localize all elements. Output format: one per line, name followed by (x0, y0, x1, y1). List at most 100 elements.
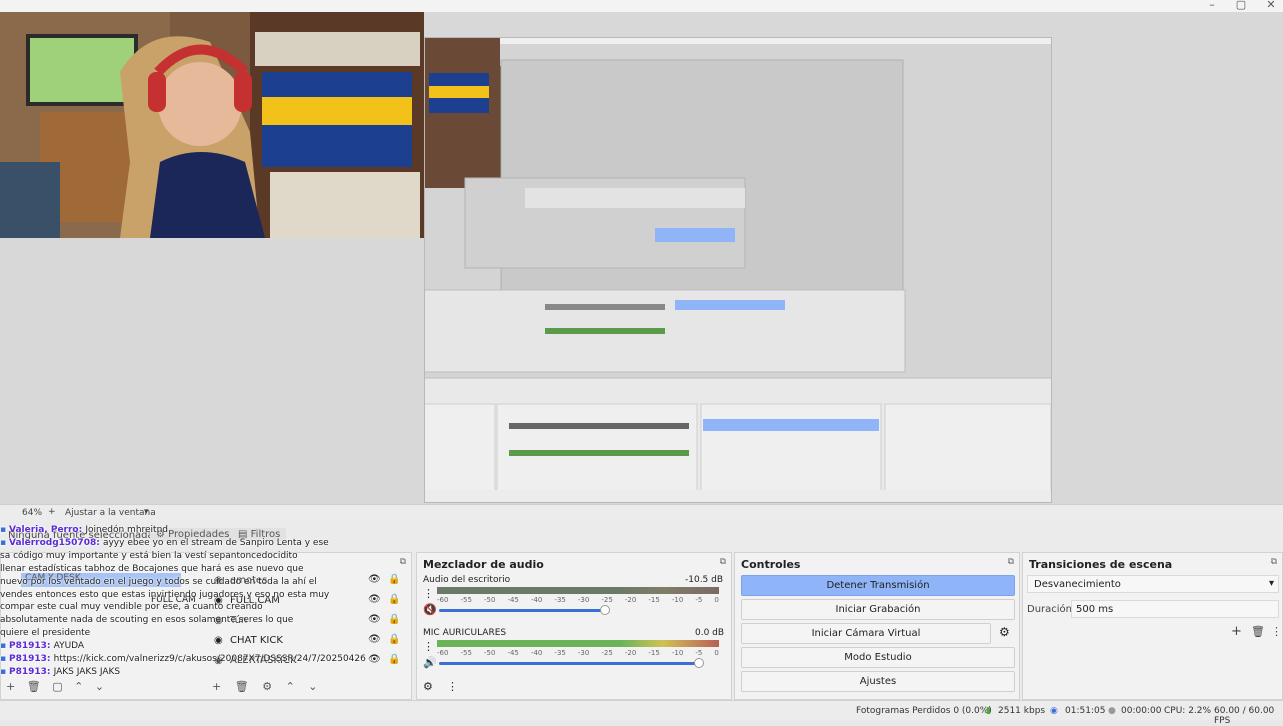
status-bar: Fotogramas Perdidos 0 (0.0%) ▮ 2511 kbps… (0, 700, 1283, 726)
chat-text: vendes entonces esto que estas invirtien… (0, 589, 330, 600)
dock-popout-icon[interactable]: ⧉ (1008, 557, 1014, 567)
scale-tick: -10 (671, 649, 684, 657)
meter-scale: -60 -55 -50 -45 -40 -35 -30 -25 -20 -15 -10 -5 0 (437, 649, 719, 657)
chat-message: compar este cual muy vendible por ese, a… (0, 601, 300, 614)
scale-tick: -50 (483, 649, 496, 657)
webcam-source (0, 12, 424, 238)
chat-message: llenar estadísticas tabhoz de Bocajones … (0, 563, 304, 576)
broadcast-icon: ◉ (1050, 706, 1058, 716)
scale-tick: -15 (648, 596, 660, 604)
start-recording-button[interactable]: Iniciar Grabación (741, 599, 1015, 620)
eye-icon[interactable]: 👁 (368, 614, 381, 625)
audio-mixer-title: Mezclador de audio (423, 558, 544, 571)
eye-icon[interactable]: 👁 (368, 574, 381, 585)
record-icon: ● (1108, 706, 1116, 716)
scale-tick: -45 (507, 596, 519, 604)
lock-icon[interactable]: 🔒 (388, 654, 400, 665)
chat-overlay: ▪ Valeria, Perro: Joinedón mhreitnd ▪ Val… (0, 524, 366, 720)
chevron-down-icon[interactable]: ▾ (144, 507, 149, 517)
scale-tick: -55 (460, 596, 472, 604)
add-transition-icon[interactable]: + (1231, 624, 1242, 639)
minimize-button[interactable]: – (1197, 0, 1227, 12)
chat-message: nuevo por los ventado en el juego y todo… (0, 576, 317, 589)
chat-badge-icon: ▪ (0, 537, 9, 548)
maximize-button[interactable]: ▢ (1226, 0, 1256, 12)
speaker-muted-icon[interactable]: 🔇 (423, 603, 437, 616)
dock-popout-icon[interactable]: ⧉ (1271, 557, 1277, 567)
display-capture-source (424, 37, 1052, 503)
channel-name: MIC AURICULARES (423, 628, 507, 638)
channel-menu-icon[interactable]: ⋮ (423, 640, 434, 653)
scale-tick: 0 (714, 649, 719, 657)
eye-icon[interactable]: 👁 (368, 654, 381, 665)
chat-text: absolutamente nada de scouting en esos s… (0, 615, 294, 626)
volume-slider[interactable] (439, 662, 699, 665)
scale-tick: -25 (601, 649, 613, 657)
studio-mode-button[interactable]: Modo Estudio (741, 647, 1015, 668)
channel-name: Audio del escritorio (423, 575, 511, 585)
chat-username: P81913: (8, 654, 54, 665)
duration-field[interactable]: 500 ms (1071, 600, 1279, 618)
eye-icon[interactable]: 👁 (368, 594, 381, 605)
duration-value: 500 ms (1076, 604, 1114, 615)
scale-tick: -50 (483, 596, 496, 604)
fit-window-label[interactable]: Ajustar a la ventana (65, 508, 156, 518)
trash-icon[interactable]: 🗑 (1251, 625, 1265, 638)
chat-text: sa código muy importante y está bien la … (0, 550, 298, 561)
scale-tick: -5 (695, 649, 703, 657)
meter-scale: -60 -55 -50 -45 -40 -35 -30 -25 -20 -15 -10 -5 0 (437, 596, 719, 604)
chat-badge-icon: ▪ (0, 641, 9, 652)
scale-tick: -30 (577, 596, 590, 604)
move-down-icon[interactable]: ⌄ (308, 680, 317, 693)
volume-slider-handle[interactable] (693, 658, 704, 668)
chat-text: https://kick.com/valnerizz9/c/akusos/200… (53, 654, 366, 665)
chat-username: Valeria, Perro: (8, 525, 86, 535)
transition-select[interactable]: Desvanecimiento ▾ (1027, 575, 1279, 593)
chat-username: Valerrodg150708: (8, 537, 103, 548)
advanced-audio-icon[interactable]: ⚙ (423, 680, 433, 693)
signal-icon: ▮ (986, 706, 991, 716)
chat-message: absolutamente nada de scouting en esos s… (0, 614, 300, 627)
scale-tick: -55 (460, 649, 472, 657)
settings-button[interactable]: Ajustes (741, 671, 1015, 692)
more-options-icon[interactable]: ⋮ (447, 680, 458, 693)
chat-text: llenar estadísticas tabhoz de Bocajones … (0, 563, 304, 574)
channel-menu-icon[interactable]: ⋮ (423, 587, 434, 600)
preview-toolbar: 64% + Ajustar a la ventana ▾ (0, 504, 1283, 522)
audio-mixer-dock: Mezclador de audio ⧉ Audio del escritori… (416, 552, 732, 700)
cpu-usage: CPU: 2.2% (1164, 706, 1212, 716)
transitions-title: Transiciones de escena (1029, 558, 1173, 571)
zoom-level[interactable]: 64% (22, 508, 42, 518)
dock-popout-icon[interactable]: ⧉ (720, 557, 726, 567)
scale-tick: -60 (437, 649, 449, 657)
chat-text: nuevo por los ventado en el juego y todo… (0, 576, 317, 587)
stream-time: 01:51:05 (1065, 706, 1106, 716)
chat-badge-icon: ▪ (0, 654, 9, 665)
dropped-frames: Fotogramas Perdidos 0 (0.0%) (856, 706, 992, 716)
speaker-icon[interactable]: 🔊 (423, 656, 437, 669)
lock-icon[interactable]: 🔒 (388, 634, 400, 645)
chat-message: ▪ P81913: https://kick.com/valnerizz9/c/… (0, 653, 366, 666)
window-titlebar: – ▢ ✕ (0, 0, 1283, 12)
dock-popout-icon[interactable]: ⧉ (400, 557, 406, 567)
scale-tick: -35 (554, 596, 566, 604)
lock-icon[interactable]: 🔒 (388, 594, 400, 605)
chat-text: compar este cual muy vendible por ese, a… (0, 602, 263, 613)
audio-meter-inactive (437, 587, 719, 594)
scale-tick: -40 (530, 649, 543, 657)
zoom-add-icon[interactable]: + (48, 507, 56, 517)
audio-meter (437, 640, 719, 647)
volume-slider[interactable] (439, 609, 606, 612)
stop-streaming-button[interactable]: Detener Transmisión (741, 575, 1015, 596)
gear-icon[interactable]: ⚙ (999, 625, 1010, 639)
more-options-icon[interactable]: ⋮ (1271, 625, 1282, 638)
bitrate: 2511 kbps (998, 706, 1046, 716)
eye-icon[interactable]: 👁 (368, 634, 381, 645)
lock-icon[interactable]: 🔒 (388, 614, 400, 625)
volume-slider-handle[interactable] (600, 605, 611, 615)
chat-text: quiere el presidente (0, 628, 91, 639)
program-preview[interactable] (0, 12, 1283, 504)
lock-icon[interactable]: 🔒 (388, 574, 400, 585)
start-virtual-camera-button[interactable]: Iniciar Cámara Virtual (741, 623, 991, 644)
close-button[interactable]: ✕ (1256, 0, 1283, 12)
